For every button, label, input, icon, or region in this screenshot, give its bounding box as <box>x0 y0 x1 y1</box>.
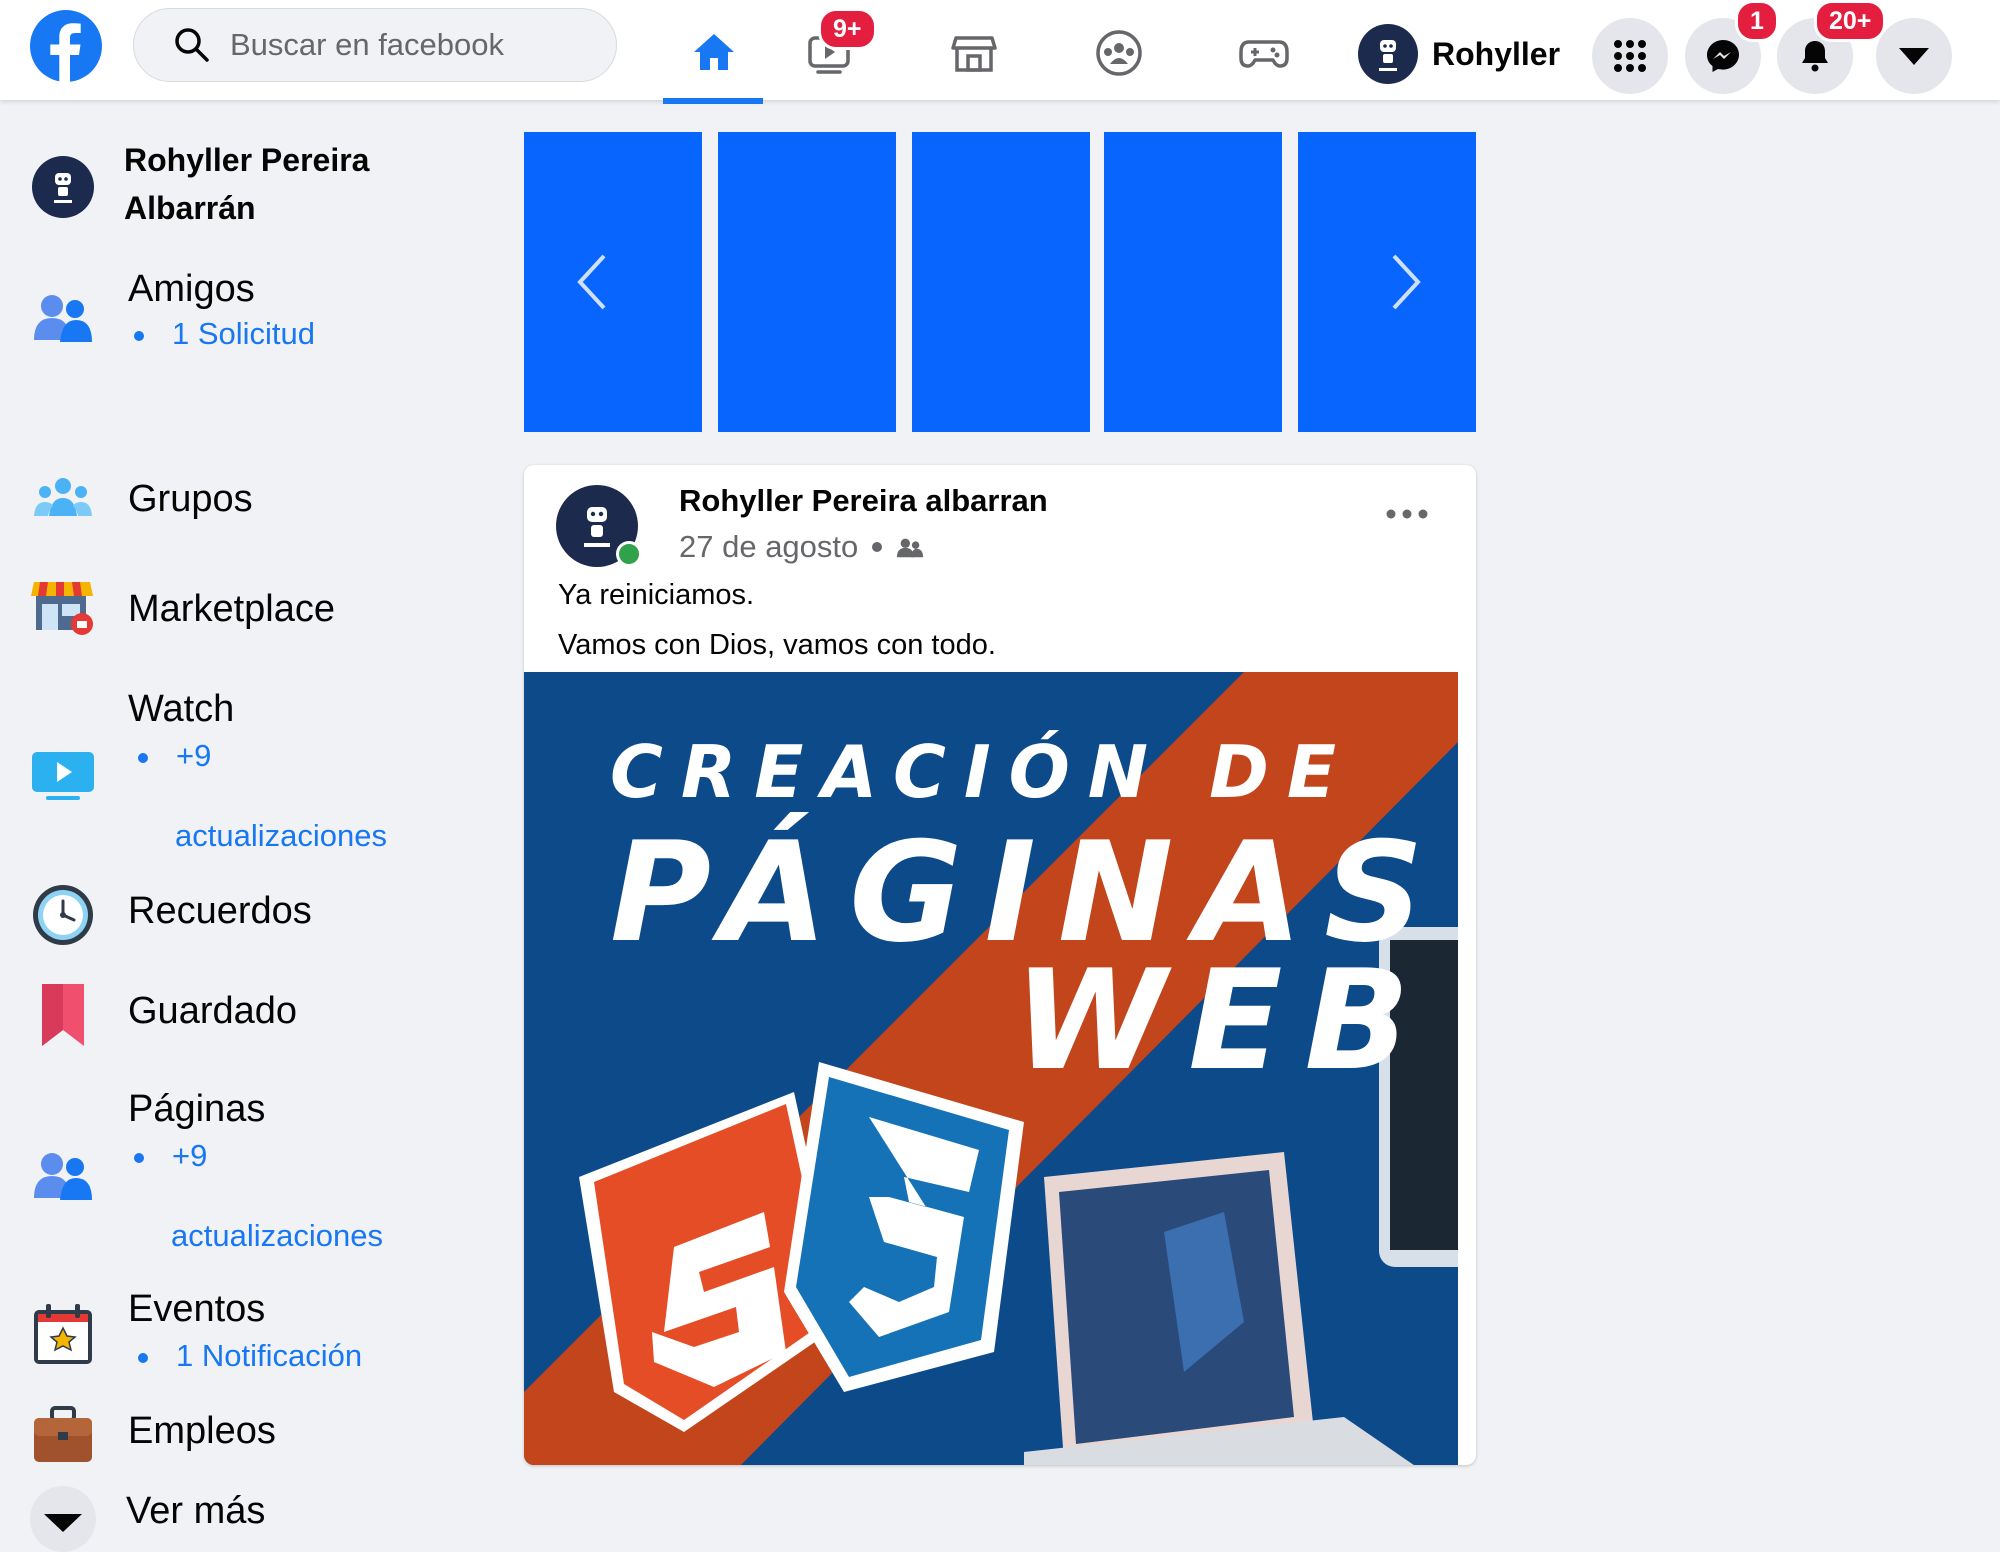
pages-icon <box>30 1142 96 1208</box>
memories-icon <box>30 882 96 948</box>
story-card[interactable] <box>912 132 1090 432</box>
online-status-dot <box>616 541 642 567</box>
chevron-right-icon[interactable] <box>1380 252 1430 312</box>
tab-gaming[interactable] <box>1213 0 1313 100</box>
post-text-line: Ya reiniciamos. <box>558 579 755 611</box>
separator-dot <box>872 542 883 552</box>
home-icon <box>694 34 734 70</box>
tab-watch[interactable]: 9+ <box>778 0 878 100</box>
sidebar-item-memories[interactable]: Recuerdos <box>0 885 480 958</box>
robot-avatar-icon <box>1379 40 1397 71</box>
post-author-avatar[interactable] <box>556 485 642 567</box>
post-text-line: Vamos con Dios, vamos con todo. <box>558 629 996 661</box>
left-sidebar: Rohyller Pereira Albarrán Amigos 1 Solic… <box>0 100 500 1552</box>
story-card[interactable] <box>718 132 896 432</box>
account-menu-button[interactable] <box>1876 18 1952 94</box>
status-dot <box>138 1352 148 1363</box>
sidebar-profile-name: Rohyller Pereira Albarrán <box>124 142 370 226</box>
grid-menu-icon <box>1614 40 1646 72</box>
sidebar-item-label: Recuerdos <box>128 890 312 932</box>
gaming-icon <box>1239 40 1289 68</box>
messenger-badge: 1 <box>1735 0 1779 42</box>
sidebar-item-label: Empleos <box>128 1410 276 1452</box>
tab-groups[interactable] <box>1068 0 1168 100</box>
sidebar-item-label: Watch <box>128 688 235 730</box>
sidebar-item-friends[interactable]: Amigos 1 Solicitud <box>0 268 480 368</box>
chevron-left-icon[interactable] <box>570 252 620 312</box>
avatar <box>1358 24 1418 84</box>
sidebar-item-watch[interactable]: Watch +9 actualizaciones <box>0 688 480 858</box>
notifications-badge: 20+ <box>1814 0 1887 42</box>
groups-icon <box>30 466 96 532</box>
profile-name: Rohyller <box>1432 35 1561 72</box>
marketplace-icon <box>30 572 96 638</box>
sidebar-item-sub: 1 Notificación <box>138 1338 362 1374</box>
chevron-down-icon <box>30 1486 96 1552</box>
status-dot <box>134 1152 144 1163</box>
sidebar-item-label: Eventos <box>128 1288 266 1330</box>
sidebar-item-saved[interactable]: Guardado <box>0 984 480 1058</box>
sidebar-item-label: Amigos <box>128 268 255 310</box>
friends-icon <box>30 284 96 350</box>
friends-audience-icon[interactable] <box>896 533 924 561</box>
marketplace-icon <box>951 36 997 72</box>
sidebar-item-label: Guardado <box>128 990 298 1032</box>
robot-avatar-icon <box>32 156 94 218</box>
sidebar-item-events[interactable]: Eventos 1 Notificación <box>0 1288 480 1388</box>
messenger-icon <box>1707 40 1739 72</box>
events-icon <box>30 1302 96 1368</box>
profile-shortcut[interactable]: Rohyller <box>1358 24 1560 84</box>
bell-icon <box>1802 41 1828 72</box>
sidebar-item-label: Páginas <box>128 1088 266 1130</box>
watch-icon <box>30 742 96 808</box>
top-navigation-bar: 9+ <box>0 0 2000 104</box>
sidebar-item-sub-detail: actualizaciones <box>175 818 387 853</box>
sidebar-item-groups[interactable]: Grupos <box>0 478 480 548</box>
search-icon <box>175 28 209 62</box>
sidebar-item-label: Grupos <box>128 478 253 520</box>
story-card[interactable] <box>1104 132 1282 432</box>
image-headline-line3: WEB <box>1014 940 1432 1101</box>
sidebar-item-sub: 1 Solicitud <box>134 316 315 352</box>
sidebar-item-label: Ver más <box>126 1490 266 1532</box>
sidebar-item-sub-detail: actualizaciones <box>171 1218 383 1253</box>
tab-home[interactable] <box>663 0 763 104</box>
sidebar-item-sub: +9 <box>134 1138 207 1174</box>
image-headline-line1: CREACIÓN DE <box>610 730 1355 814</box>
post-date[interactable]: 27 de agosto <box>679 529 858 565</box>
post-author-name[interactable]: Rohyller Pereira albarran <box>679 483 1048 519</box>
search-input[interactable] <box>228 26 602 64</box>
sidebar-item-pages[interactable]: Páginas +9 actualizaciones <box>0 1088 480 1258</box>
active-tab-indicator <box>663 98 763 104</box>
facebook-logo-icon[interactable] <box>30 10 102 82</box>
feed-post: Rohyller Pereira albarran 27 de agosto Y… <box>524 465 1476 1465</box>
sidebar-item-sub: +9 <box>138 738 211 774</box>
status-dot <box>134 330 144 341</box>
groups-icon <box>1096 30 1142 76</box>
sidebar-item-see-more[interactable]: Ver más <box>0 1480 480 1552</box>
jobs-icon <box>30 1402 96 1468</box>
menu-button[interactable] <box>1592 18 1668 94</box>
sidebar-item-jobs[interactable]: Empleos <box>0 1406 480 1478</box>
post-image[interactable]: CREACIÓN DE PÁGINAS WEB <box>524 672 1458 1465</box>
avatar <box>30 154 96 220</box>
more-options-icon[interactable] <box>1382 499 1432 529</box>
sidebar-item-label: Marketplace <box>128 588 335 630</box>
caret-down-icon <box>1899 48 1929 65</box>
watch-badge: 9+ <box>818 8 877 50</box>
status-dot <box>138 752 148 763</box>
sidebar-item-profile[interactable]: Rohyller Pereira Albarrán <box>0 136 480 246</box>
post-meta: 27 de agosto <box>679 529 924 565</box>
sidebar-item-marketplace[interactable]: Marketplace <box>0 578 480 648</box>
saved-icon <box>30 982 96 1048</box>
search-bar[interactable] <box>133 8 617 82</box>
tab-marketplace[interactable] <box>923 0 1023 100</box>
